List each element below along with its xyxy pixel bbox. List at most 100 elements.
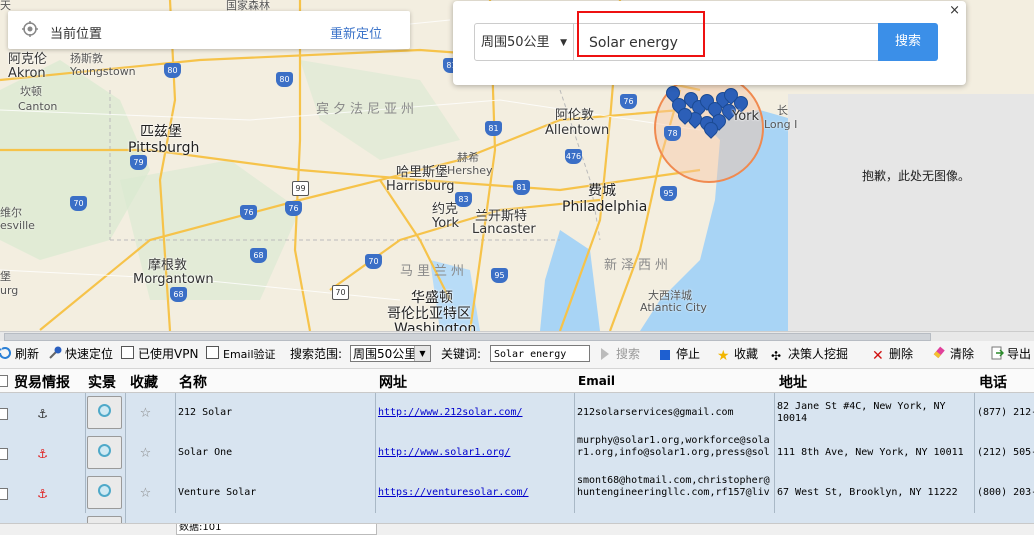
map-label-youngstown: Youngstown: [70, 65, 136, 78]
col-trade-intel[interactable]: 贸易情报: [14, 372, 70, 392]
map-label-canton-cn: 坎顿: [20, 85, 42, 98]
favorite-label: 收藏: [734, 347, 759, 361]
row-name: 212 Solar: [178, 407, 233, 418]
highway-shield: 70: [365, 254, 382, 269]
star-outline-icon[interactable]: ☆: [140, 441, 151, 462]
highway-shield: 81: [485, 121, 502, 136]
star-icon: ★: [717, 348, 730, 364]
map-scrollbar[interactable]: [0, 331, 1034, 341]
current-position-label: 当前位置: [50, 27, 103, 42]
col-phone[interactable]: 电话: [979, 372, 1007, 392]
export-button[interactable]: 导出: [990, 346, 1031, 362]
street-view-button[interactable]: [87, 436, 122, 469]
relocate-link[interactable]: 重新定位: [330, 23, 382, 42]
map-label-york: York: [432, 216, 460, 231]
map-label-atlantic-cn: 大西洋城: [648, 289, 692, 302]
map-label-philadelphia-cn: 费城: [588, 183, 616, 199]
anchor-icon[interactable]: ⚓: [38, 444, 47, 462]
col-street-view[interactable]: 实景: [88, 372, 116, 392]
locate-icon[interactable]: [22, 21, 38, 37]
map-label-md: 马里兰州: [400, 264, 469, 279]
row-email: murphy@solar1.org,workforce@solar1.org,i…: [577, 435, 770, 458]
vpn-checkbox[interactable]: 已使用VPN: [121, 346, 198, 362]
map-label-left: 维尔: [0, 206, 22, 219]
range-label: 搜索范围:: [290, 347, 343, 361]
record-count: 数据:101: [176, 524, 377, 535]
clear-button[interactable]: 清除: [933, 346, 974, 362]
current-position-card: 当前位置 重新定位: [8, 11, 410, 49]
scrollbar-thumb[interactable]: [4, 333, 931, 341]
stop-button[interactable]: 停止: [660, 346, 700, 362]
export-icon: [991, 346, 1004, 360]
map-label-morgantown-cn: 摩根敦: [148, 258, 188, 273]
row-address: 67 West St, Brooklyn, NY 11222: [777, 487, 958, 498]
close-icon[interactable]: ×: [949, 3, 960, 18]
keyword-label: 关键词:: [441, 347, 482, 361]
radius-select-value: 周围50公里: [481, 35, 550, 50]
table-row[interactable]: ⚓ ☆ Venture Solar https://venturesolar.c…: [0, 473, 1034, 514]
highway-shield: 70: [70, 196, 87, 211]
export-label: 导出: [1007, 347, 1032, 361]
col-name[interactable]: 名称: [179, 372, 207, 392]
map-label-york-cn: 约克: [432, 202, 459, 217]
radius-select[interactable]: 周围50公里 ▼: [474, 23, 574, 61]
dropdown-arrow-icon: ▼: [414, 346, 430, 361]
map-label-left2: esville: [0, 219, 35, 232]
map-label-dc-cn1: 华盛顿: [411, 290, 453, 306]
col-email[interactable]: Email: [578, 374, 615, 388]
row-url-link[interactable]: https://venturesolar.com/: [378, 487, 529, 498]
highway-shield: 79: [130, 155, 147, 170]
map-label-pittsburgh: Pittsburgh: [128, 140, 200, 156]
select-all-checkbox[interactable]: [0, 375, 8, 387]
anchor-icon[interactable]: ⚓: [38, 404, 47, 422]
anchor-icon[interactable]: ⚓: [38, 484, 47, 502]
map-label-pa: 宾夕法尼亚州: [316, 102, 419, 117]
star-outline-icon[interactable]: ☆: [140, 401, 151, 422]
street-view-icon: [98, 444, 111, 457]
street-view-button[interactable]: [87, 396, 122, 429]
row-phone: (800) 203-: [977, 487, 1034, 498]
map-label-left3: 堡: [0, 270, 11, 283]
star-outline-icon[interactable]: ☆: [140, 481, 151, 502]
col-favorite[interactable]: 收藏: [130, 372, 158, 392]
row-url-link[interactable]: http://www.solar1.org/: [378, 447, 510, 458]
checkbox-icon: [121, 346, 134, 359]
search-button[interactable]: 搜索: [878, 23, 938, 61]
row-name: Venture Solar: [178, 487, 257, 498]
row-name: Solar One: [178, 447, 233, 458]
map-view[interactable]: 抱歉，此处无图像。 天 国家森林 扬斯敦 Youngstown 阿克伦 Akro…: [0, 0, 1034, 331]
table-row[interactable]: ⚓ ☆ Solar One http://www.solar1.org/ mur…: [0, 433, 1034, 474]
map-label-long-cn: 长: [777, 104, 788, 117]
map-label-long: Long I: [764, 118, 798, 131]
highway-shield: 95: [660, 186, 677, 201]
status-bar: 数据:101: [0, 523, 1034, 535]
email-verify-checkbox[interactable]: Email验证: [206, 346, 276, 363]
range-select[interactable]: 周围50公里 ▼: [350, 345, 431, 362]
row-url-link[interactable]: http://www.212solar.com/: [378, 407, 523, 418]
toolbar-keyword-input[interactable]: Solar energy: [490, 345, 590, 362]
stop-label: 停止: [676, 347, 701, 361]
map-label-lancaster: Lancaster: [472, 222, 536, 237]
map-label-morgantown: Morgantown: [133, 272, 214, 287]
decision-maker-button[interactable]: ✣ 决策人挖掘: [771, 346, 848, 363]
no-image-panel: 抱歉，此处无图像。: [788, 94, 1034, 331]
map-label-youngstown-cn: 扬斯敦: [70, 52, 103, 65]
delete-button[interactable]: ✕ 删除: [872, 346, 913, 363]
map-search-card: × 周围50公里 ▼ Solar energy 搜索: [453, 1, 966, 85]
map-label-allentown-cn: 阿伦敦: [555, 108, 595, 123]
quick-locate-button[interactable]: 快速定位: [48, 346, 113, 362]
col-address[interactable]: 地址: [779, 372, 807, 392]
col-website[interactable]: 网址: [379, 372, 407, 392]
refresh-icon: [0, 347, 11, 359]
email-verify-label: Email验证: [223, 348, 276, 361]
refresh-button[interactable]: 刷新: [0, 346, 39, 362]
highway-shield: 76: [620, 94, 637, 109]
highway-shield: 68: [250, 248, 267, 263]
toolbar-search-button[interactable]: 搜索: [601, 346, 640, 362]
street-view-button[interactable]: [87, 476, 122, 509]
map-label-atlantic: Atlantic City: [640, 301, 707, 314]
highway-shield: 476: [565, 149, 582, 164]
table-row[interactable]: ⚓ ☆ 212 Solar http://www.212solar.com/ 2…: [0, 393, 1034, 434]
row-phone: (212) 505-: [977, 447, 1034, 458]
favorite-button[interactable]: ★ 收藏: [717, 346, 758, 363]
